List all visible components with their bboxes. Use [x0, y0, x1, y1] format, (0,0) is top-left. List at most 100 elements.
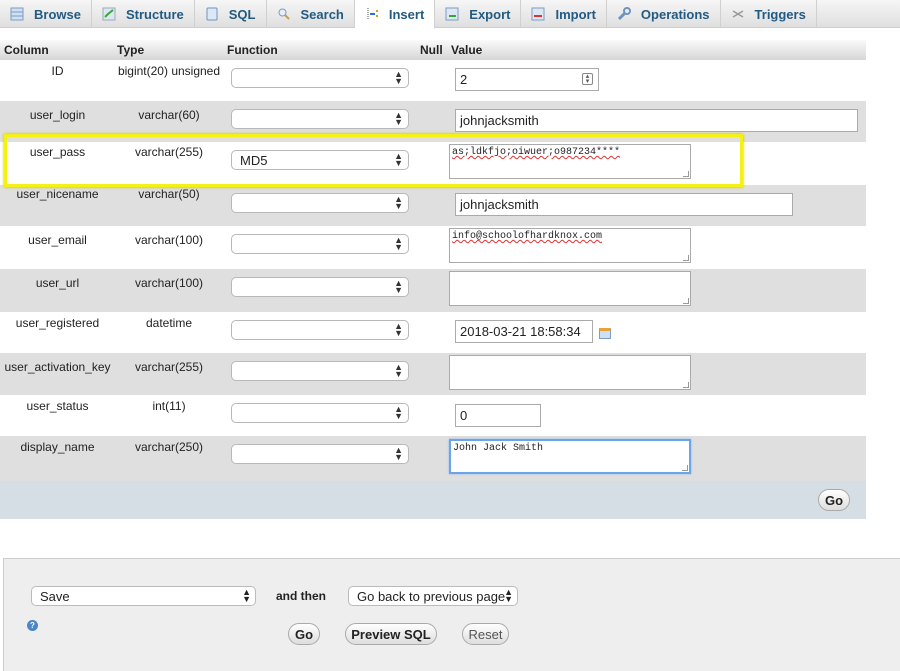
column-type: varchar(255): [134, 360, 204, 374]
submit-panel: Save ▲ ▼ and then Go back to previous page…: [3, 558, 900, 671]
column-type: varchar(100): [134, 276, 204, 290]
column-name: display_name: [20, 440, 95, 454]
column-type: varchar(50): [138, 187, 200, 201]
function-select[interactable]: ▲ ▼: [231, 109, 409, 129]
header-value: Value: [451, 43, 483, 57]
column-name: user_activation_key: [4, 360, 111, 374]
column-type: bigint(20) unsigned: [117, 64, 221, 78]
browse-icon: [10, 7, 24, 21]
value-input[interactable]: 2 ▴ ▾: [455, 68, 599, 91]
tab-export[interactable]: Export: [435, 0, 522, 28]
column-type: varchar(255): [134, 145, 204, 159]
function-select[interactable]: ▲ ▼: [231, 68, 409, 88]
column-name: user_login: [29, 108, 86, 122]
resize-grip-icon[interactable]: [683, 382, 689, 388]
tab-operations[interactable]: Operations: [607, 0, 721, 28]
datetime-input[interactable]: 2018-03-21 18:58:34: [455, 320, 593, 343]
and-then-label: and then: [276, 589, 326, 603]
column-name: user_status: [26, 399, 89, 413]
go-row: Go: [0, 481, 866, 519]
tab-insert[interactable]: Insert: [354, 0, 436, 29]
resize-grip-icon[interactable]: [682, 465, 688, 471]
operations-icon: [617, 7, 631, 21]
resize-grip-icon[interactable]: [683, 298, 689, 304]
column-type: datetime: [145, 316, 193, 330]
tab-bar: Browse Structure SQL Search Insert Expor…: [0, 0, 900, 29]
header-function: Function: [227, 43, 278, 57]
column-type: varchar(100): [134, 233, 204, 247]
resize-grip-icon[interactable]: [683, 171, 689, 177]
value-textarea[interactable]: [449, 271, 691, 306]
tab-insert-label: Insert: [388, 6, 425, 22]
triggers-icon: [731, 7, 745, 21]
function-select[interactable]: ▲ ▼: [231, 320, 409, 340]
column-name: user_email: [28, 233, 87, 247]
select-arrows-icon: ▲ ▼: [394, 151, 403, 168]
select-arrows-icon: ▲ ▼: [242, 587, 251, 604]
go-submit-button[interactable]: Go: [288, 623, 320, 645]
help-icon[interactable]: ?: [27, 620, 38, 631]
tab-sql[interactable]: SQL: [195, 0, 267, 28]
import-icon: [531, 7, 545, 21]
column-name: user_nicename: [16, 187, 99, 201]
select-arrows-icon: ▲ ▼: [394, 362, 403, 379]
tab-triggers-label: Triggers: [754, 6, 806, 22]
select-arrows-icon: ▲ ▼: [394, 445, 403, 462]
function-select[interactable]: ▲ ▼: [231, 444, 409, 464]
reset-button[interactable]: Reset: [462, 623, 509, 645]
table-row: user_email varchar(100) ▲ ▼ info@schoolof…: [0, 226, 866, 269]
go-button[interactable]: Go: [818, 489, 850, 511]
tab-triggers[interactable]: Triggers: [721, 0, 817, 28]
column-type: int(11): [152, 399, 186, 413]
sql-icon: [205, 7, 219, 21]
table-row: user_registered datetime ▲ ▼ 2018-03-21 1…: [0, 312, 866, 353]
tab-browse-label: Browse: [34, 6, 81, 22]
export-icon: [445, 7, 459, 21]
search-icon: [277, 7, 291, 21]
function-select[interactable]: MD5 ▲ ▼: [231, 150, 409, 170]
select-arrows-icon: ▲ ▼: [504, 587, 513, 604]
preview-sql-button[interactable]: Preview SQL: [345, 623, 437, 645]
tab-search-label: Search: [300, 6, 344, 22]
column-name: user_pass: [29, 145, 86, 159]
select-arrows-icon: ▲ ▼: [394, 235, 403, 252]
tab-structure[interactable]: Structure: [92, 0, 195, 28]
value-textarea[interactable]: [449, 355, 691, 390]
tab-browse[interactable]: Browse: [0, 0, 92, 28]
value-textarea[interactable]: John Jack Smith: [449, 439, 691, 474]
select-arrows-icon: ▲ ▼: [394, 69, 403, 86]
function-select[interactable]: ▲ ▼: [231, 277, 409, 297]
value-input[interactable]: johnjacksmith: [455, 109, 858, 132]
insert-icon: [365, 7, 379, 21]
table-row: display_name varchar(250) ▲ ▼ John Jack S…: [0, 436, 866, 481]
function-select[interactable]: ▲ ▼: [231, 234, 409, 254]
value-textarea[interactable]: as;ldkfjo;oiwuer;o987234****: [449, 144, 691, 179]
function-select[interactable]: ▲ ▼: [231, 361, 409, 381]
column-name: ID: [51, 64, 64, 78]
action-select[interactable]: Save ▲ ▼: [31, 586, 256, 606]
tab-sql-label: SQL: [228, 6, 256, 22]
structure-icon: [102, 7, 116, 21]
column-type: varchar(60): [138, 108, 200, 122]
function-select[interactable]: ▲ ▼: [231, 403, 409, 423]
calendar-icon[interactable]: [599, 328, 611, 339]
select-arrows-icon: ▲ ▼: [394, 404, 403, 421]
value-input[interactable]: 0: [455, 404, 541, 427]
select-arrows-icon: ▲ ▼: [394, 110, 403, 127]
tab-import-label: Import: [555, 6, 596, 22]
header-column: Column: [4, 43, 49, 57]
function-select[interactable]: ▲ ▼: [231, 193, 409, 213]
table-header: Column Type Function Null Value: [0, 40, 866, 60]
column-name: user_url: [35, 276, 80, 290]
value-input[interactable]: johnjacksmith: [455, 193, 793, 216]
after-insert-select[interactable]: Go back to previous page ▲ ▼: [348, 586, 518, 606]
tab-import[interactable]: Import: [521, 0, 607, 28]
table-row: user_url varchar(100) ▲ ▼: [0, 269, 866, 312]
tab-search[interactable]: Search: [267, 0, 355, 28]
table-row: user_activation_key varchar(255) ▲ ▼: [0, 353, 866, 395]
tab-operations-label: Operations: [640, 6, 710, 22]
value-textarea[interactable]: info@schoolofhardknox.com: [449, 228, 691, 263]
spinner-icon[interactable]: ▴ ▾: [582, 73, 593, 85]
header-type: Type: [117, 43, 145, 57]
resize-grip-icon[interactable]: [683, 255, 689, 261]
